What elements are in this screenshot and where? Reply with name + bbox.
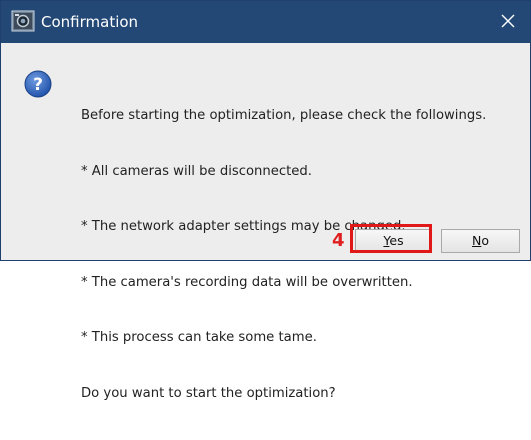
yes-label-rest: es [389, 233, 404, 248]
confirmation-dialog: Confirmation ? Before starting the optim… [0, 0, 531, 401]
no-button[interactable]: No [441, 229, 520, 253]
step-number-annotation: 4 [332, 230, 345, 251]
svg-text:?: ? [33, 75, 43, 95]
title-bar[interactable]: Confirmation [1, 1, 530, 43]
message-line: * The camera's recording data will be ov… [81, 274, 413, 290]
camera-app-icon [11, 10, 35, 32]
yes-button[interactable]: Yes [355, 229, 432, 253]
close-icon[interactable] [496, 9, 520, 33]
message-text: Before starting the optimization, please… [81, 70, 526, 440]
message-line: * All cameras will be disconnected. [81, 163, 312, 179]
window-title: Confirmation [41, 13, 139, 31]
message-line: * This process can take some tame. [81, 330, 317, 345]
message-line: Do you want to start the optimization? [81, 385, 336, 401]
message-line: Before starting the optimization, please… [81, 108, 487, 123]
dialog-content: ? Before starting the optimization, plea… [1, 43, 530, 401]
no-label-rest: o [481, 233, 489, 248]
no-accel-key: N [471, 233, 482, 248]
question-icon: ? [24, 70, 52, 98]
